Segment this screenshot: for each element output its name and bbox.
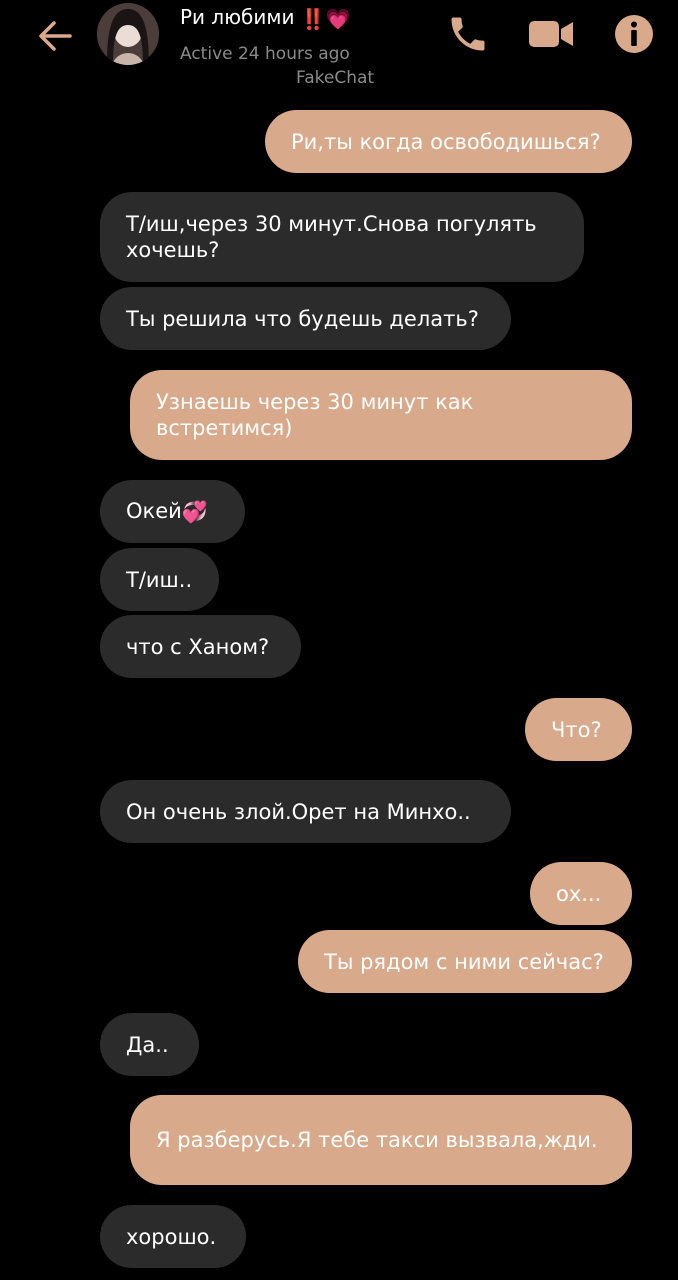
back-button[interactable] <box>34 14 78 58</box>
message-bubble-outgoing[interactable]: ох... <box>530 862 632 925</box>
message-bubble-incoming[interactable]: хорошо. <box>100 1205 246 1268</box>
message-text: ох... <box>556 881 602 906</box>
message-bubble-outgoing[interactable]: Что? <box>525 698 632 761</box>
message-bubble-incoming[interactable]: Да.. <box>100 1013 199 1076</box>
message-bubble-outgoing[interactable]: Узнаешь через 30 минут как встретимся) <box>130 370 632 460</box>
contact-name[interactable]: Ри любими ‼️💗 <box>180 5 351 31</box>
avatar[interactable] <box>97 3 159 65</box>
message-bubble-incoming[interactable]: что с Ханом? <box>100 615 301 678</box>
message-text: Ты решила что будешь делать? <box>126 306 479 331</box>
message-bubble-outgoing[interactable]: Я разберусь.Я тебе такси вызвала,жди. <box>130 1095 632 1185</box>
video-camera-icon <box>529 21 573 47</box>
message-text: хорошо. <box>126 1224 217 1249</box>
message-text: Окей💞 <box>126 498 208 525</box>
message-text-content: Окей <box>126 499 182 523</box>
message-text: Узнаешь через 30 минут как встретимся) <box>156 390 474 440</box>
info-icon <box>615 15 653 53</box>
info-button[interactable] <box>612 12 656 56</box>
message-text: что с Ханом? <box>126 634 270 659</box>
message-bubble-incoming[interactable]: Т/иш,через 30 минут.Снова погулять хочеш… <box>100 192 584 282</box>
message-text: Т/иш,через 30 минут.Снова погулять хочеш… <box>126 212 537 262</box>
message-text: Что? <box>551 717 602 742</box>
message-text: Да.. <box>126 1032 169 1057</box>
message-text: Я разберусь.Я тебе такси вызвала,жди. <box>156 1128 598 1152</box>
message-bubble-incoming[interactable]: Т/иш.. <box>100 548 219 611</box>
message-text: Ри,ты когда освободишься? <box>291 129 601 154</box>
contact-name-emoji: ‼️💗 <box>300 6 351 31</box>
message-text: Он очень злой.Орет на Минхо.. <box>126 799 471 824</box>
video-call-button[interactable] <box>526 14 576 54</box>
message-bubble-outgoing[interactable]: Ты рядом с ними сейчас? <box>298 930 632 993</box>
chat-header: Ри любими ‼️💗 Active 24 hours ago FakeCh… <box>0 0 678 100</box>
call-button[interactable] <box>446 12 490 56</box>
message-bubble-incoming[interactable]: Ты решила что будешь делать? <box>100 287 511 350</box>
message-bubble-incoming[interactable]: Окей💞 <box>100 480 245 543</box>
phone-icon <box>451 17 485 51</box>
message-bubble-outgoing[interactable]: Ри,ты когда освободишься? <box>265 110 632 173</box>
message-bubble-incoming[interactable]: Он очень злой.Орет на Минхо.. <box>100 780 511 843</box>
avatar-image <box>97 3 159 65</box>
app-watermark: FakeChat <box>296 68 375 88</box>
revolving-hearts-emoji: 💞 <box>181 500 208 524</box>
message-text: Ты рядом с ними сейчас? <box>324 949 604 974</box>
contact-name-text: Ри любими <box>180 5 295 29</box>
message-text: Т/иш.. <box>126 567 193 592</box>
active-status: Active 24 hours ago <box>180 44 350 64</box>
back-arrow-icon <box>39 21 72 51</box>
